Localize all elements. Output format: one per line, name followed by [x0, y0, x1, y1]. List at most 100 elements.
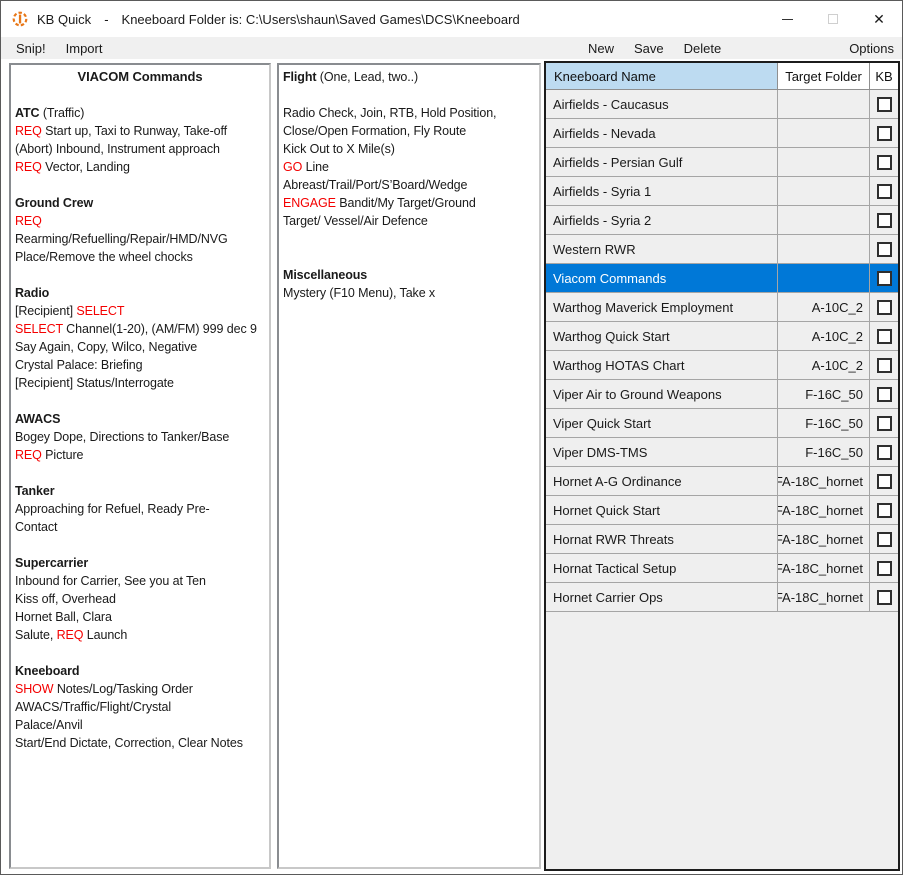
table-row[interactable]: Hornet A-G OrdinanceFA-18C_hornet — [546, 467, 898, 496]
kb-checkbox[interactable] — [877, 271, 892, 286]
table-row[interactable]: Airfields - Caucasus — [546, 90, 898, 119]
table-row[interactable]: Viper DMS-TMSF-16C_50 — [546, 438, 898, 467]
target-folder-cell[interactable]: FA-18C_hornet — [778, 496, 870, 524]
target-folder-cell[interactable] — [778, 90, 870, 118]
panel-line: VIACOM Commands — [15, 68, 265, 86]
table-row[interactable]: Hornet Carrier OpsFA-18C_hornet — [546, 583, 898, 612]
panel-line: ENGAGE Bandit/My Target/Ground — [283, 194, 535, 212]
menu-new[interactable]: New — [578, 37, 624, 59]
kneeboard-name-cell[interactable]: Warthog Quick Start — [546, 322, 778, 350]
target-folder-cell[interactable] — [778, 119, 870, 147]
main-content: VIACOM Commands ATC (Traffic)REQ Start u… — [1, 59, 902, 875]
kb-checkbox[interactable] — [877, 590, 892, 605]
kneeboard-name-cell[interactable]: Hornet Carrier Ops — [546, 583, 778, 611]
kneeboard-name-cell[interactable]: Western RWR — [546, 235, 778, 263]
table-row[interactable]: Airfields - Syria 1 — [546, 177, 898, 206]
table-row[interactable]: Airfields - Syria 2 — [546, 206, 898, 235]
target-folder-cell[interactable]: F-16C_50 — [778, 438, 870, 466]
kneeboard-name-cell[interactable]: Airfields - Persian Gulf — [546, 148, 778, 176]
target-folder-cell[interactable]: A-10C_2 — [778, 293, 870, 321]
target-folder-cell[interactable]: F-16C_50 — [778, 380, 870, 408]
kb-checkbox[interactable] — [877, 213, 892, 228]
kb-checkbox[interactable] — [877, 387, 892, 402]
table-row[interactable]: Hornat Tactical SetupFA-18C_hornet — [546, 554, 898, 583]
close-button[interactable]: ✕ — [856, 1, 902, 37]
target-folder-cell[interactable]: FA-18C_hornet — [778, 554, 870, 582]
kneeboard-name-cell[interactable]: Hornet A-G Ordinance — [546, 467, 778, 495]
kneeboard-name-cell[interactable]: Airfields - Caucasus — [546, 90, 778, 118]
kb-checkbox[interactable] — [877, 532, 892, 547]
kneeboard-name-cell[interactable]: Warthog HOTAS Chart — [546, 351, 778, 379]
minimize-button[interactable] — [764, 1, 810, 37]
table-row[interactable]: Viacom Commands — [546, 264, 898, 293]
table-row[interactable]: Hornat RWR ThreatsFA-18C_hornet — [546, 525, 898, 554]
kb-checkbox[interactable] — [877, 561, 892, 576]
column-header-kneeboard-name[interactable]: Kneeboard Name — [546, 63, 778, 89]
target-folder-cell[interactable] — [778, 235, 870, 263]
kneeboard-name-cell[interactable]: Warthog Maverick Employment — [546, 293, 778, 321]
target-folder-cell[interactable] — [778, 148, 870, 176]
target-folder-cell[interactable]: FA-18C_hornet — [778, 467, 870, 495]
menu-snip[interactable]: Snip! — [1, 37, 56, 59]
panel-line: SHOW Notes/Log/Tasking Order — [15, 680, 265, 698]
target-folder-cell[interactable]: FA-18C_hornet — [778, 583, 870, 611]
table-row[interactable]: Warthog HOTAS ChartA-10C_2 — [546, 351, 898, 380]
column-header-target-folder[interactable]: Target Folder — [778, 63, 870, 89]
kb-checkbox[interactable] — [877, 184, 892, 199]
panel-line: [Recipient] Status/Interrogate — [15, 374, 265, 392]
target-folder-cell[interactable]: A-10C_2 — [778, 322, 870, 350]
kb-checkbox[interactable] — [877, 416, 892, 431]
table-row[interactable]: Airfields - Nevada — [546, 119, 898, 148]
panel-line: Miscellaneous — [283, 266, 535, 284]
menu-import[interactable]: Import — [56, 37, 113, 59]
maximize-button[interactable] — [810, 1, 856, 37]
table-row[interactable]: Viper Air to Ground WeaponsF-16C_50 — [546, 380, 898, 409]
panel-line: Supercarrier — [15, 554, 265, 572]
panel-line: Target/ Vessel/Air Defence — [283, 212, 535, 230]
target-folder-cell[interactable]: FA-18C_hornet — [778, 525, 870, 553]
target-folder-cell[interactable] — [778, 177, 870, 205]
menu-delete[interactable]: Delete — [674, 37, 732, 59]
kneeboard-name-cell[interactable]: Viacom Commands — [546, 264, 778, 292]
kb-checkbox[interactable] — [877, 300, 892, 315]
menu-save[interactable]: Save — [624, 37, 674, 59]
panel-line: GO Line — [283, 158, 535, 176]
kb-checkbox[interactable] — [877, 242, 892, 257]
kb-checkbox[interactable] — [877, 97, 892, 112]
kneeboard-name-cell[interactable]: Viper Quick Start — [546, 409, 778, 437]
table-row[interactable]: Warthog Maverick EmploymentA-10C_2 — [546, 293, 898, 322]
panel-line — [15, 464, 265, 482]
table-row[interactable]: Airfields - Persian Gulf — [546, 148, 898, 177]
panel-line: Approaching for Refuel, Ready Pre- — [15, 500, 265, 518]
kneeboard-name-cell[interactable]: Viper Air to Ground Weapons — [546, 380, 778, 408]
panel-line: Kneeboard — [15, 662, 265, 680]
target-folder-cell[interactable] — [778, 264, 870, 292]
kb-checkbox[interactable] — [877, 358, 892, 373]
target-folder-cell[interactable] — [778, 206, 870, 234]
kneeboard-name-cell[interactable]: Airfields - Syria 2 — [546, 206, 778, 234]
kneeboard-name-cell[interactable]: Airfields - Syria 1 — [546, 177, 778, 205]
panel-line: Place/Remove the wheel chocks — [15, 248, 265, 266]
kb-cell — [870, 380, 898, 408]
table-row[interactable]: Warthog Quick StartA-10C_2 — [546, 322, 898, 351]
kb-checkbox[interactable] — [877, 126, 892, 141]
target-folder-cell[interactable]: A-10C_2 — [778, 351, 870, 379]
column-header-kb[interactable]: KB — [870, 63, 898, 89]
kb-checkbox[interactable] — [877, 474, 892, 489]
kneeboard-name-cell[interactable]: Airfields - Nevada — [546, 119, 778, 147]
kb-checkbox[interactable] — [877, 503, 892, 518]
kneeboard-name-cell[interactable]: Hornet Quick Start — [546, 496, 778, 524]
table-row[interactable]: Viper Quick StartF-16C_50 — [546, 409, 898, 438]
kneeboard-name-cell[interactable]: Hornat RWR Threats — [546, 525, 778, 553]
menu-options[interactable]: Options — [839, 37, 902, 59]
kb-checkbox[interactable] — [877, 155, 892, 170]
panel-line: Tanker — [15, 482, 265, 500]
table-row[interactable]: Western RWR — [546, 235, 898, 264]
kb-checkbox[interactable] — [877, 329, 892, 344]
kb-cell — [870, 206, 898, 234]
kneeboard-name-cell[interactable]: Hornat Tactical Setup — [546, 554, 778, 582]
kneeboard-name-cell[interactable]: Viper DMS-TMS — [546, 438, 778, 466]
kb-checkbox[interactable] — [877, 445, 892, 460]
target-folder-cell[interactable]: F-16C_50 — [778, 409, 870, 437]
table-row[interactable]: Hornet Quick StartFA-18C_hornet — [546, 496, 898, 525]
